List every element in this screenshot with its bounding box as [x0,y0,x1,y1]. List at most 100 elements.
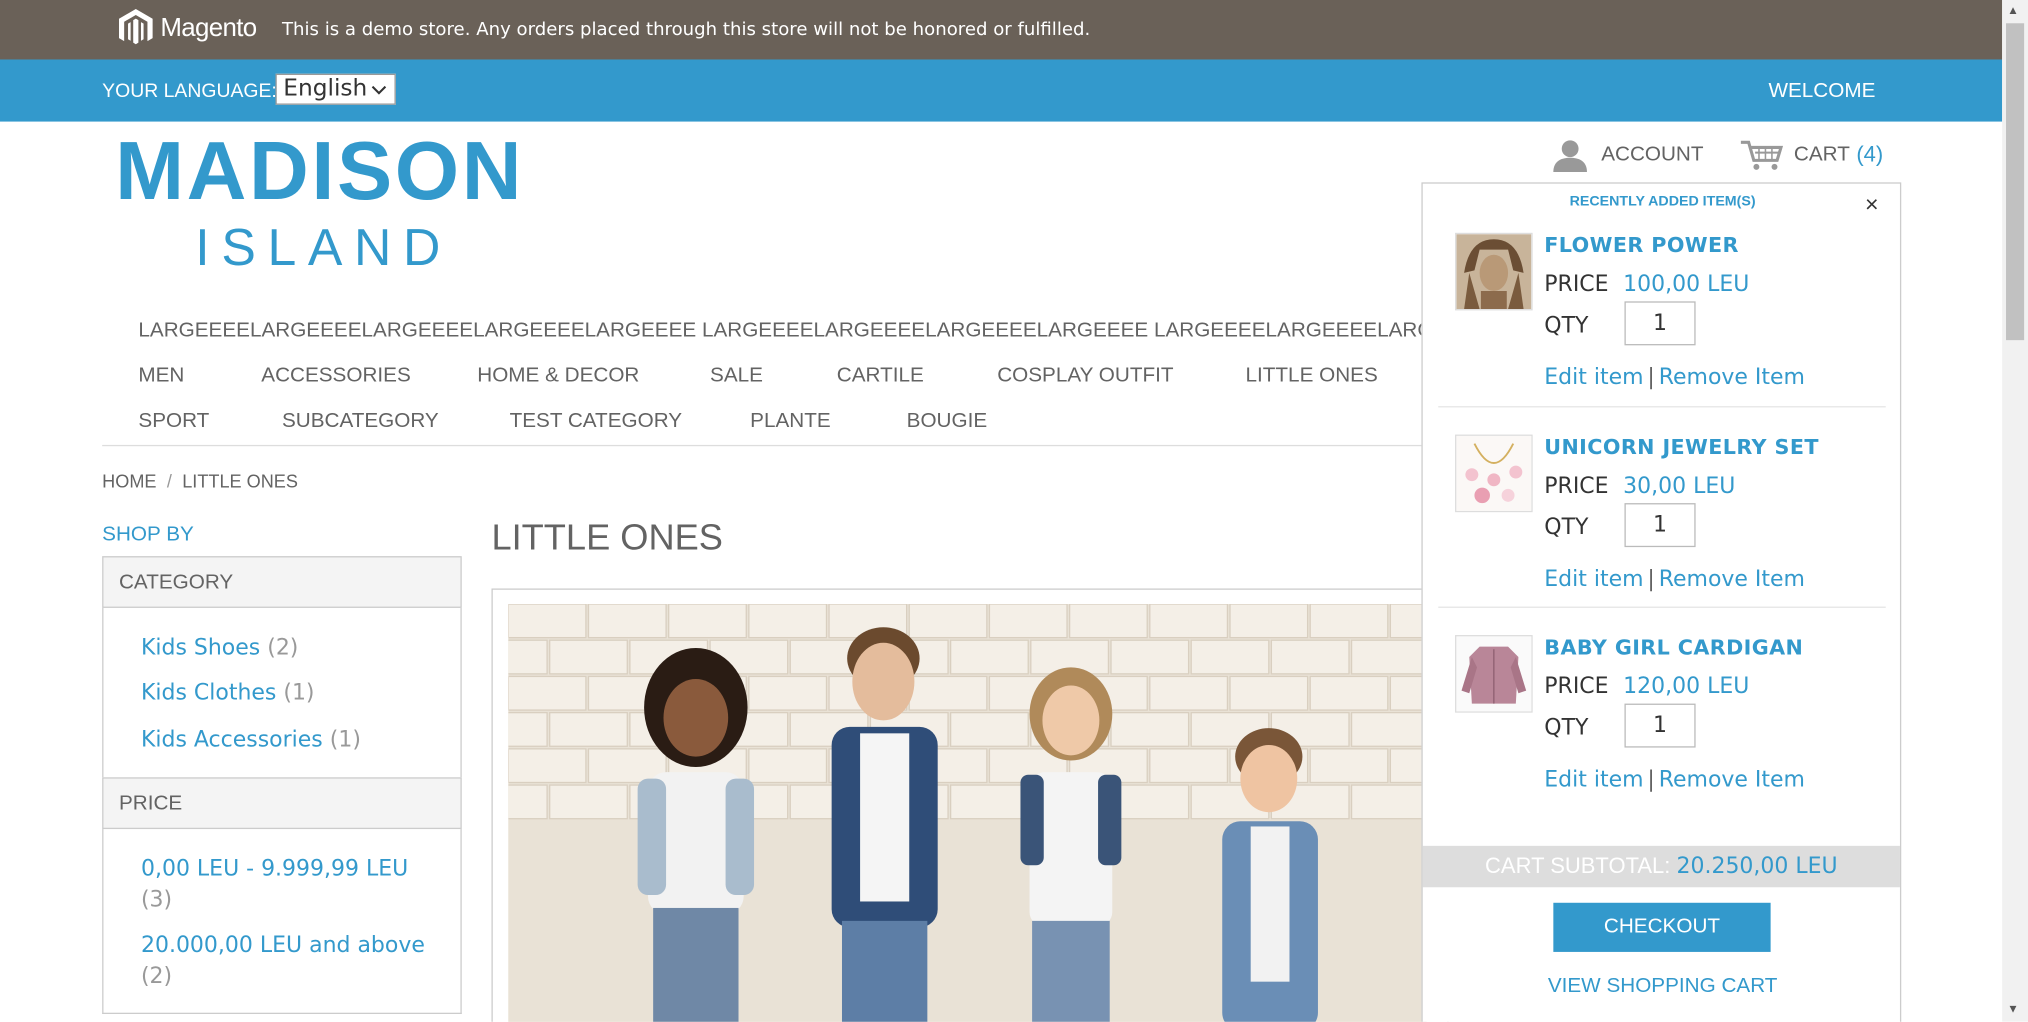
remove-item-link[interactable]: Remove Item [1659,566,1805,592]
cart-icon [1740,140,1784,170]
product-price: 120,00 LEU [1623,673,1750,700]
product-price: 30,00 LEU [1623,473,1736,500]
filter-price-range-1[interactable]: 0,00 LEU - 9.999,99 LEU [141,856,408,882]
remove-item-link[interactable]: Remove Item [1659,365,1805,391]
nav-item-test-category[interactable]: TEST CATEGORY [510,410,682,433]
demo-notice-bar: Magento This is a demo store. Any orders… [0,0,2003,60]
filter-kids-accessories[interactable]: Kids Accessories (1) [141,727,361,753]
category-filter-header: CATEGORY [102,556,462,608]
product-name[interactable]: UNICORN JEWELRY SET [1544,435,1819,460]
scrollbar-thumb[interactable] [2006,23,2025,341]
qty-label: QTY [1544,312,1589,339]
item-divider [1438,606,1886,608]
user-icon [1553,140,1587,173]
shop-by-heading: SHOP BY [102,523,194,546]
item-actions: Edit item | Remove Item [1544,365,1805,391]
minicart-item: UNICORN JEWELRY SET PRICE 30,00 LEU QTY … [1438,434,1886,592]
product-thumbnail[interactable] [1455,232,1533,311]
item-actions: Edit item | Remove Item [1544,566,1805,592]
nav-item-cosplay-outfit[interactable]: COSPLAY OUTFIT [997,365,1173,388]
breadcrumb: HOME / LITTLE ONES [102,471,298,492]
magento-logo-icon [118,9,153,45]
language-select[interactable]: English [275,73,396,105]
price-filter-header: PRICE [102,777,462,830]
view-shopping-cart-link[interactable]: VIEW SHOPPING CART [1423,975,1903,998]
edit-item-link[interactable]: Edit item [1544,566,1643,592]
item-actions: Edit item | Remove Item [1544,767,1805,793]
filter-kids-shoes[interactable]: Kids Shoes (2) [141,635,298,661]
product-name[interactable]: BABY GIRL CARDIGAN [1544,635,1803,660]
remove-item-link[interactable]: Remove Item [1659,767,1805,793]
magento-brand: Magento [160,13,257,43]
filter-label: Kids Clothes [140,680,277,707]
breadcrumb-separator: / [166,470,172,492]
nav-item-men[interactable]: MEN [138,365,184,388]
filter-count: (2) [267,635,299,661]
nav-item-home-decor[interactable]: HOME & DECOR [477,365,639,388]
account-link[interactable]: ACCOUNT [1552,138,1704,173]
checkout-button[interactable]: CHECKOUT [1553,902,1771,952]
product-thumbnail[interactable] [1455,434,1533,513]
filter-count: (1) [283,680,315,707]
filter-label: Kids Shoes [140,635,261,661]
price-label: PRICE [1544,673,1609,700]
nav-divider [102,444,1425,447]
nav-item-accessories[interactable]: ACCESSORIES [261,365,411,388]
category-filter-title: CATEGORY [118,571,234,594]
filter-count: (1) [329,726,361,753]
product-price: 100,00 LEU [1623,271,1750,298]
page-title: LITTLE ONES [491,517,723,558]
account-label: ACCOUNT [1601,143,1704,166]
price-label: PRICE [1544,473,1609,500]
cart-count: (4) [1856,142,1884,167]
minicart-title: RECENTLY ADDED ITEM(S) [1569,194,1756,210]
site-logo[interactable]: MADISON ISLAND [115,129,524,278]
nav-item-subcategory[interactable]: SUBCATEGORY [282,410,439,433]
price-filter-title: PRICE [118,792,183,815]
chevron-down-icon [371,78,387,110]
product-thumbnail[interactable] [1455,635,1533,713]
edit-item-link[interactable]: Edit item [1544,767,1643,793]
qty-input[interactable]: 1 [1624,503,1696,548]
edit-item-link[interactable]: Edit item [1544,365,1643,391]
qty-label: QTY [1544,514,1589,541]
nav-item-plante[interactable]: PLANTE [750,410,831,433]
language-label: YOUR LANGUAGE: [102,80,277,103]
nav-item-little-ones[interactable]: LITTLE ONES [1246,365,1378,388]
magento-logo: Magento [116,8,257,49]
item-divider [1438,406,1886,408]
price-label: PRICE [1544,271,1609,298]
minicart-dropdown: RECENTLY ADDED ITEM(S) × FLOWER POWER PR… [1421,182,1903,1022]
welcome-message: WELCOME [1768,80,1876,103]
link-separator: | [1647,364,1655,391]
cart-label: CART [1793,143,1850,166]
nav-item-cartile[interactable]: CARTILE [837,365,924,388]
qty-input[interactable]: 1 [1624,301,1696,346]
nav-item-bougie[interactable]: BOUGIE [907,410,987,433]
breadcrumb-home[interactable]: HOME [102,471,156,492]
filter-kids-clothes[interactable]: Kids Clothes (1) [141,680,315,706]
breadcrumb-current: LITTLE ONES [182,470,298,492]
nav-item-large[interactable]: LARGEEEELARGEEEELARGEEEELARGEEEELARGEEEE… [138,319,1421,342]
product-name[interactable]: FLOWER POWER [1544,233,1739,258]
subtotal-value: 20.250,00 LEU [1676,853,1838,880]
filter-price-range-2[interactable]: 20.000,00 LEU and above [141,933,425,959]
link-separator: | [1647,566,1655,593]
filter-label: Kids Accessories [140,726,323,753]
close-icon[interactable]: × [1865,191,1879,218]
subtotal-label: CART SUBTOTAL: [1485,853,1671,879]
demo-notice-text: This is a demo store. Any orders placed … [281,19,1091,41]
scroll-up-arrow-icon[interactable]: ▲ [2007,4,2019,17]
minicart-item: BABY GIRL CARDIGAN PRICE 120,00 LEU QTY … [1438,635,1886,793]
link-separator: | [1647,766,1655,793]
filter-count: (2) [140,963,173,990]
cart-link[interactable]: CART (4) [1740,138,1884,172]
logo-line2: ISLAND [195,219,453,277]
nav-item-sport[interactable]: SPORT [138,410,209,433]
qty-input[interactable]: 1 [1624,703,1696,748]
qty-label: QTY [1544,715,1589,742]
nav-item-sale[interactable]: SALE [710,365,763,388]
scroll-down-arrow-icon[interactable]: ▼ [2007,1002,2019,1015]
logo-line1: MADISON [115,124,525,218]
filter-count: (3) [140,887,173,914]
